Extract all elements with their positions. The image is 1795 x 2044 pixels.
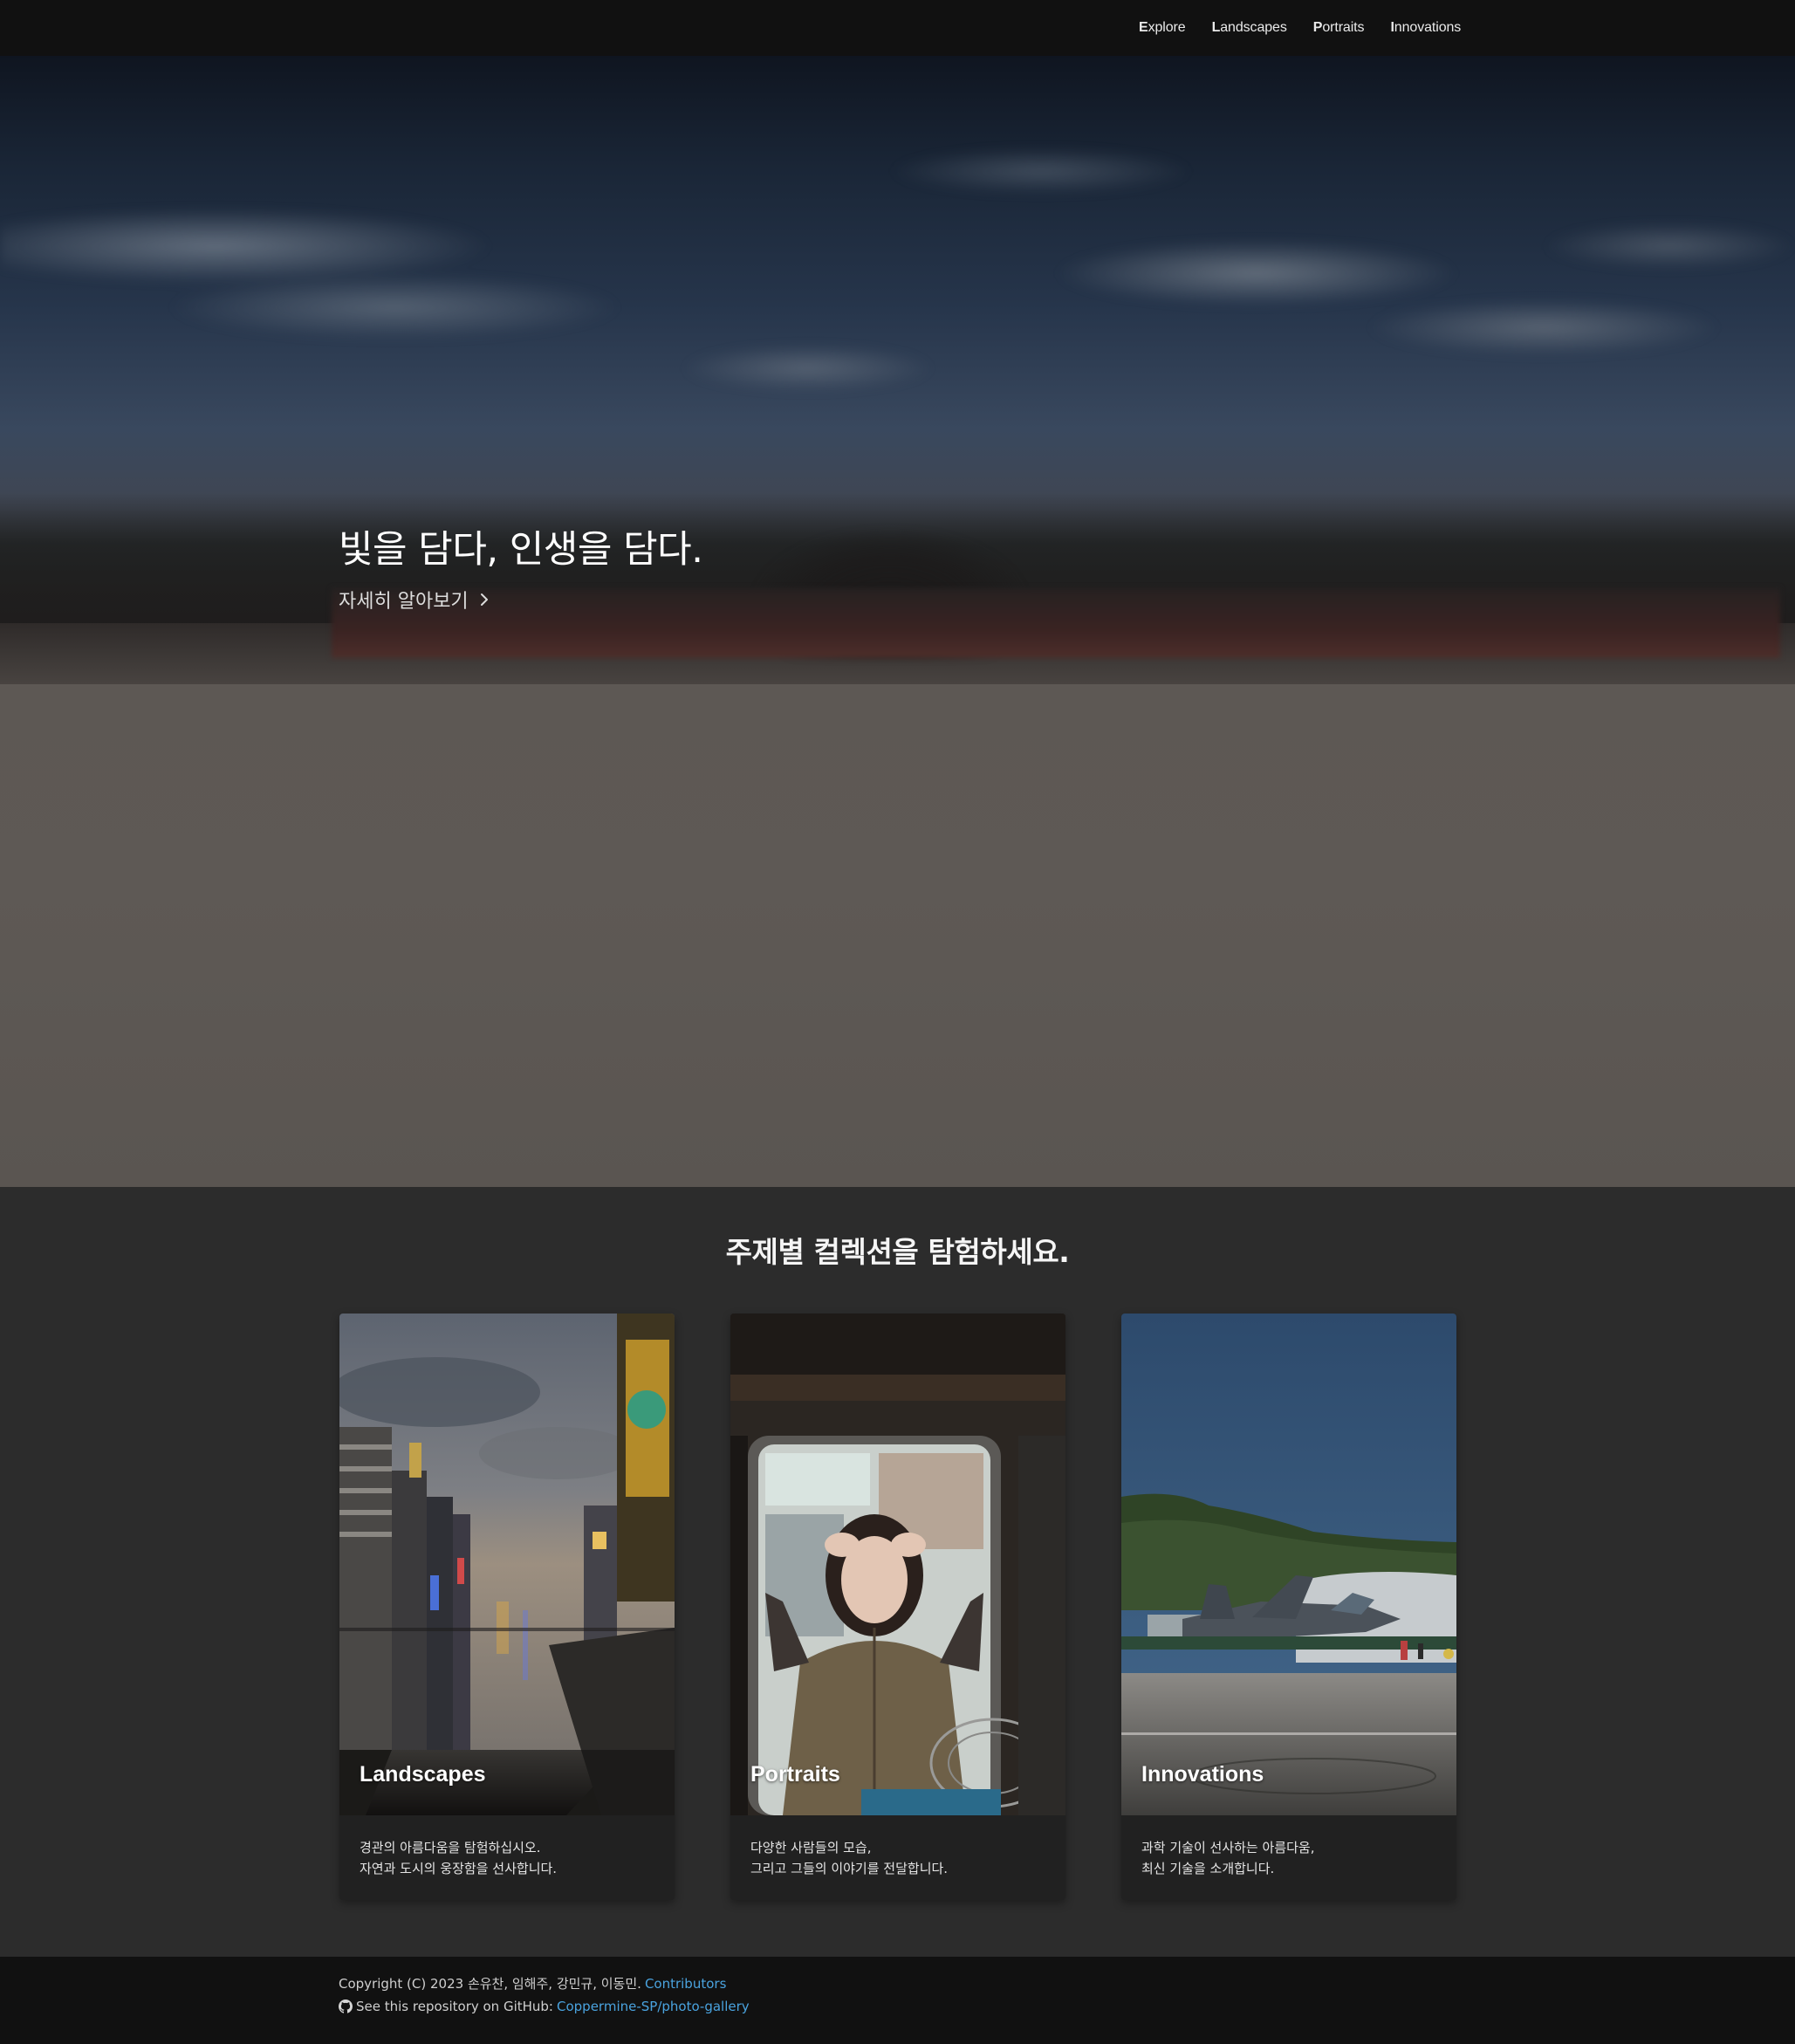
card-innovations-desc-line1: 과학 기술이 선사하는 아름다움, [1141, 1840, 1315, 1855]
footer-repository: See this repository on GitHub: Coppermin… [339, 1999, 750, 2014]
card-portraits-title: Portraits [750, 1762, 840, 1787]
card-landscapes-desc-line1: 경관의 아름다움을 탐험하십시오. [360, 1840, 541, 1855]
collections-title: 주제별 컬렉션을 탐험하세요. [725, 1235, 1070, 1269]
footer-copyright: Copyright (C) 2023 손유찬, 임해주, 강민규, 이동민. C… [339, 1974, 726, 1993]
card-innovations-title: Innovations [1141, 1762, 1264, 1787]
footer: Copyright (C) 2023 손유찬, 임해주, 강민규, 이동민. C… [0, 1957, 1795, 2044]
hero-background-courtyard [0, 684, 1795, 1187]
chevron-right-icon [480, 593, 488, 606]
card-landscapes-title: Landscapes [360, 1762, 486, 1787]
nav-item-portraits[interactable]: Portraits [1300, 20, 1378, 36]
card-innovations-desc-line2: 최신 기술을 소개합니다. [1141, 1861, 1275, 1876]
contributors-link[interactable]: Contributors [645, 1976, 726, 1992]
copyright-text: Copyright (C) 2023 손유찬, 임해주, 강민규, 이동민. [339, 1976, 641, 1992]
repository-link[interactable]: Coppermine-SP/photo-gallery [557, 1999, 750, 2014]
card-landscapes[interactable]: Landscapes 경관의 아름다움을 탐험하십시오. 자연과 도시의 웅장함… [339, 1314, 675, 1900]
landscapes-photo [339, 1314, 675, 1815]
collections-section: 주제별 컬렉션을 탐험하세요. Landscapes 경관의 아름다움을 탐험하… [0, 1187, 1795, 1957]
nav-menu: Explore Landscapes Portraits Innovations [1126, 0, 1474, 56]
hero-text: 빛을 담다, 인생을 담다. 자세히 알아보기 [339, 519, 703, 614]
card-portraits-desc-line1: 다양한 사람들의 모습, [750, 1840, 872, 1855]
learn-more-link[interactable]: 자세히 알아보기 [339, 586, 491, 614]
hero-headline: 빛을 담다, 인생을 담다. [339, 528, 703, 572]
top-navigation: Explore Landscapes Portraits Innovations [0, 0, 1795, 56]
card-landscapes-description: 경관의 아름다움을 탐험하십시오. 자연과 도시의 웅장함을 선사합니다. [360, 1837, 656, 1879]
portraits-photo [730, 1314, 1065, 1815]
repository-text: See this repository on GitHub: [356, 1999, 553, 2014]
card-landscapes-desc-line2: 자연과 도시의 웅장함을 선사합니다. [360, 1861, 558, 1876]
nav-item-innovations[interactable]: Innovations [1377, 20, 1474, 36]
card-innovations-description: 과학 기술이 선사하는 아름다움, 최신 기술을 소개합니다. [1141, 1837, 1438, 1879]
card-portraits-desc-line2: 그리고 그들의 이야기를 전달합니다. [750, 1861, 949, 1876]
learn-more-label: 자세히 알아보기 [339, 591, 469, 613]
innovations-photo [1121, 1314, 1456, 1815]
nav-item-explore[interactable]: Explore [1126, 20, 1199, 36]
github-icon [339, 1999, 353, 2013]
nav-item-landscapes[interactable]: Landscapes [1199, 20, 1300, 36]
hero-banner: 빛을 담다, 인생을 담다. 자세히 알아보기 [0, 56, 1795, 1187]
card-portraits[interactable]: Portraits 다양한 사람들의 모습, 그리고 그들의 이야기를 전달합니… [730, 1314, 1065, 1900]
card-portraits-description: 다양한 사람들의 모습, 그리고 그들의 이야기를 전달합니다. [750, 1837, 1047, 1879]
card-innovations[interactable]: Innovations 과학 기술이 선사하는 아름다움, 최신 기술을 소개합… [1121, 1314, 1456, 1900]
